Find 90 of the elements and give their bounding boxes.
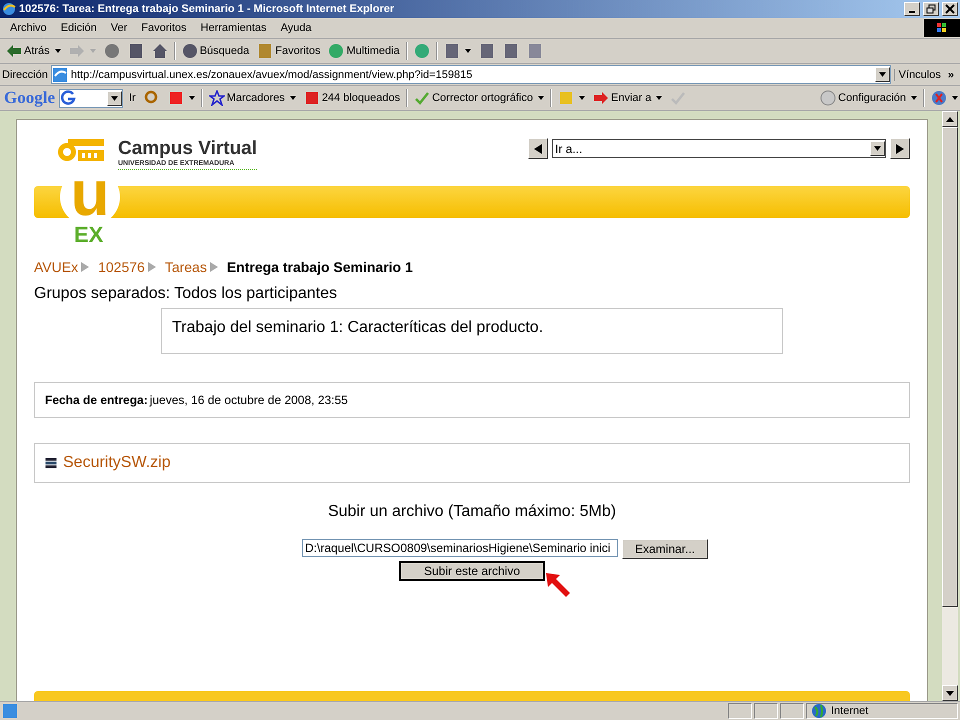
- caret-icon: [952, 96, 958, 100]
- toolbar-button[interactable]: Corrector ortográfico: [412, 90, 546, 106]
- window-title: 102576: Tarea: Entrega trabajo Seminario 1 - Microsoft Internet Explorer: [19, 3, 394, 15]
- caret-icon: [874, 146, 881, 151]
- separator-arrow-icon: [210, 262, 218, 272]
- dropdown-button[interactable]: [874, 67, 890, 82]
- column-logo-icon: [56, 138, 106, 164]
- toolbar-button[interactable]: Enviar a: [590, 90, 664, 106]
- pdf-button[interactable]: [929, 90, 960, 106]
- links-button[interactable]: Vínculos: [894, 68, 945, 80]
- more-button[interactable]: »: [948, 68, 958, 80]
- down-arrow-icon: [946, 690, 954, 696]
- scroll-down-button[interactable]: [942, 685, 958, 701]
- menu-item[interactable]: Edición: [54, 22, 104, 34]
- breadcrumb-link[interactable]: Tareas: [164, 259, 207, 275]
- caret-icon: [111, 96, 118, 100]
- scroll-thumb[interactable]: [942, 127, 958, 607]
- browser-icon: [2, 2, 16, 16]
- caret-icon: [878, 72, 886, 77]
- minimize-icon: [909, 11, 915, 13]
- spellcheck-icon: [414, 90, 430, 106]
- file-icon: [45, 458, 57, 468]
- address-field[interactable]: http://campusvirtual.unex.es/zonauex/avuex/mod/assignment/view.php?id=159815: [50, 65, 891, 84]
- settings-button[interactable]: Configuración: [818, 90, 919, 106]
- back-arrow-icon: [6, 43, 22, 59]
- menu-item[interactable]: Ayuda: [274, 22, 319, 34]
- separator-arrow-icon: [81, 262, 90, 272]
- home-icon: [152, 43, 168, 59]
- up-arrow-icon: [946, 116, 954, 122]
- dropdown-button[interactable]: [870, 141, 885, 156]
- caret-icon: [290, 96, 296, 100]
- right-arrow-icon: [896, 144, 904, 154]
- close-button[interactable]: [942, 2, 958, 16]
- go-button[interactable]: Ir: [127, 92, 138, 104]
- toolbar-button[interactable]: Multimedia: [326, 43, 402, 59]
- restore-icon: [926, 4, 936, 14]
- toolbar-button[interactable]: Favoritos: [255, 43, 322, 59]
- breadcrumb-link[interactable]: 102576: [98, 259, 145, 275]
- upload-title: Subir un archivo (Tamaño máximo: 5Mb): [326, 503, 618, 521]
- separator-arrow-icon: [148, 262, 156, 272]
- logo-mark: EX: [74, 224, 104, 246]
- menu-item[interactable]: Herramientas: [194, 22, 274, 34]
- due-date-value: jueves, 16 de octubre de 2008, 23:55: [150, 393, 348, 407]
- jump-menu[interactable]: Ir a...: [552, 139, 886, 158]
- menu-item[interactable]: Archivo: [3, 22, 54, 34]
- breadcrumb-link[interactable]: AVUEx: [34, 259, 78, 275]
- groups-label: Grupos separados: Todos los participantes: [34, 285, 338, 303]
- status-panel: [754, 703, 778, 719]
- caret-icon: [656, 96, 662, 100]
- send-icon: [592, 90, 609, 106]
- scroll-up-button[interactable]: [942, 111, 958, 127]
- security-zone: Internet: [831, 705, 868, 717]
- due-date-label: Fecha de entrega:: [45, 393, 148, 407]
- address-label: Dirección: [2, 68, 48, 80]
- file-path-field[interactable]: D:\raquel\CURSO0809\seminariosHigiene\Seminario inici: [302, 539, 618, 557]
- file-link[interactable]: SecuritySW.zip: [63, 454, 171, 472]
- breadcrumb-current: Entrega trabajo Seminario 1: [226, 259, 413, 275]
- description-text: Trabajo del seminario 1: Caracteríticas del producto.: [172, 319, 544, 336]
- caret-icon: [188, 96, 195, 100]
- maximize-button[interactable]: [923, 2, 939, 16]
- scrollbar[interactable]: [942, 111, 958, 701]
- left-arrow-icon: [534, 144, 542, 154]
- upload-button[interactable]: Subir este archivo: [399, 561, 545, 581]
- status-panel: [780, 703, 804, 719]
- caret-icon: [911, 96, 917, 100]
- toolbar-button[interactable]: 244 bloqueados: [302, 90, 402, 106]
- next-button[interactable]: [890, 138, 910, 159]
- menu-item[interactable]: Ver: [104, 22, 134, 34]
- caret-icon: [538, 96, 544, 100]
- toolbar-button[interactable]: Búsqueda: [180, 43, 252, 59]
- minimize-button[interactable]: [904, 2, 920, 16]
- star-icon: [208, 90, 225, 106]
- caret-icon: [464, 49, 471, 53]
- caret-icon: [54, 49, 61, 53]
- toolbar-button[interactable]: Marcadores: [206, 90, 298, 106]
- menu-item[interactable]: Favoritos: [134, 22, 194, 34]
- windows-logo-icon: [924, 18, 960, 38]
- dropdown-button[interactable]: [107, 90, 122, 106]
- toolbar-button[interactable]: Atrás: [4, 43, 63, 59]
- search-field[interactable]: [59, 88, 123, 108]
- caret-icon: [578, 96, 585, 100]
- status-panel: [728, 703, 752, 719]
- google-logo: Google: [4, 88, 55, 108]
- previous-button[interactable]: [528, 138, 548, 159]
- browse-button[interactable]: Examinar...: [622, 539, 708, 559]
- site-title: Campus Virtual: [118, 138, 258, 160]
- forward-arrow-icon: [68, 43, 85, 59]
- google-g-icon: [60, 90, 76, 106]
- caret-icon: [90, 49, 96, 53]
- close-icon: [945, 4, 955, 14]
